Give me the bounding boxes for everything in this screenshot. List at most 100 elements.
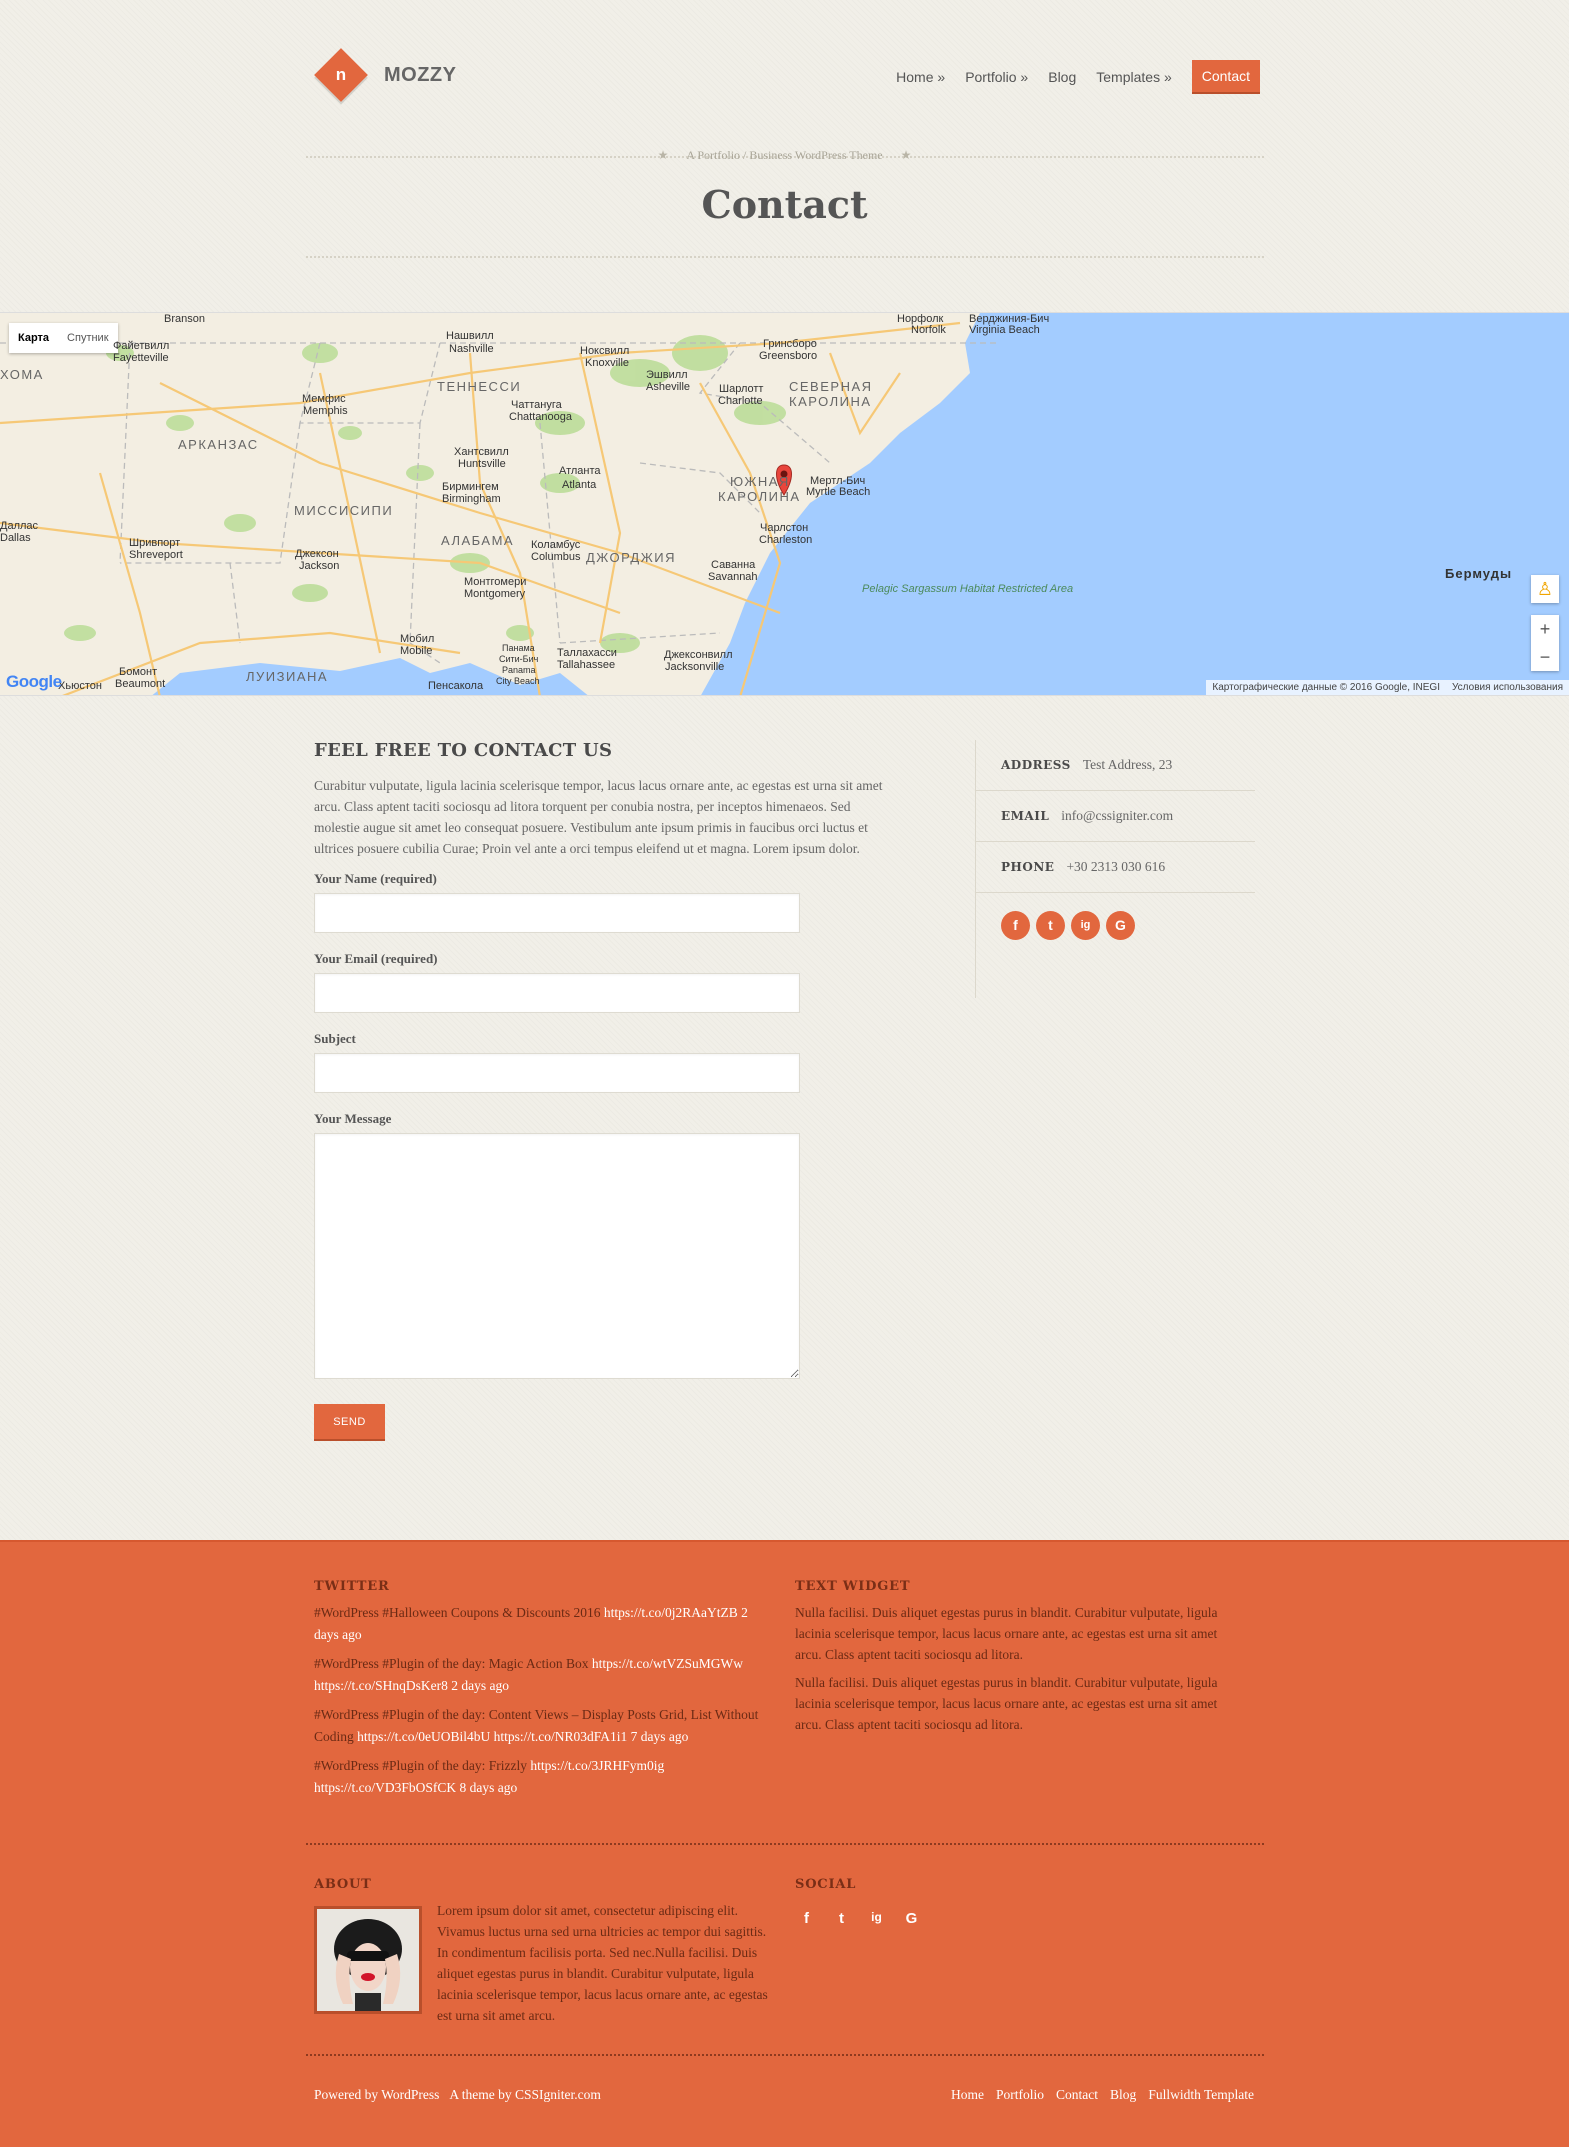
map-attribution: Картографические данные © 2016 Google, I… (1206, 680, 1569, 695)
map-label-state: КАРОЛИНА (789, 394, 872, 409)
subject-field[interactable] (314, 1053, 800, 1093)
twitter-icon[interactable]: t (1036, 911, 1065, 940)
twitter-icon[interactable]: t (834, 1910, 849, 1927)
email-field[interactable] (314, 973, 800, 1013)
nav-blog[interactable]: Blog (1048, 69, 1076, 85)
message-field[interactable] (314, 1133, 800, 1379)
nav-templates[interactable]: Templates » (1096, 69, 1171, 85)
map-label-city: Mobile (400, 645, 433, 657)
contact-main: FEEL FREE TO CONTACT US Curabitur vulput… (314, 740, 894, 1441)
footer-link-portfolio[interactable]: Portfolio (996, 2087, 1044, 2103)
map-label-city: Джексон (295, 548, 339, 560)
nav-home[interactable]: Home » (896, 69, 945, 85)
map-canvas (0, 313, 1569, 695)
map-label-city: Virginia Beach (969, 324, 1040, 336)
map-label-city: Myrtle Beach (806, 486, 871, 498)
map-label-city: Мобил (400, 633, 435, 645)
logo-mark: n (314, 48, 368, 102)
map-label-city: Charleston (759, 534, 813, 546)
tweet-time[interactable]: 7 days ago (627, 1729, 689, 1744)
email-key: EMAIL (1001, 809, 1050, 823)
nav-contact[interactable]: Contact (1191, 60, 1260, 94)
map-label-city: Atlanta (562, 479, 597, 491)
site-header: n MOZZY Home » Portfolio » Blog Template… (0, 0, 1569, 310)
site-logo[interactable]: n MOZZY (314, 48, 457, 102)
star-icon: ★ (900, 148, 912, 162)
tweet-link[interactable]: https://t.co/0j2RAaYtZB (604, 1605, 738, 1620)
pegman-icon[interactable]: ♙ (1531, 575, 1559, 603)
tagline-text: A Portfolio / Business WordPress Theme (686, 148, 883, 162)
map-label-city: Монтгомери (464, 576, 527, 588)
footer-link-home[interactable]: Home (951, 2087, 984, 2103)
tweet-time[interactable]: 8 days ago (456, 1780, 518, 1795)
map-label-city: Charlotte (718, 395, 763, 407)
map-label-sea: Pelagic Sargassum Habitat Restricted Are… (862, 583, 1073, 595)
map-label-city: Хьюстон (58, 680, 102, 692)
google-plus-icon[interactable]: G (904, 1910, 919, 1927)
footer-link-blog[interactable]: Blog (1110, 2087, 1136, 2103)
instagram-icon[interactable]: ig (1071, 911, 1100, 940)
footer-link-fullwidth[interactable]: Fullwidth Template (1148, 2087, 1254, 2103)
map-label-state: ЮЖНАЯ (730, 474, 790, 489)
footer-link-contact[interactable]: Contact (1056, 2087, 1098, 2103)
twitter-title: TWITTER (314, 1579, 390, 1594)
zoom-in-button[interactable]: + (1531, 615, 1559, 643)
map-type-satellite[interactable]: Спутник (58, 323, 117, 353)
text-widget-paragraph: Nulla facilisi. Duis aliquet egestas pur… (795, 1675, 1218, 1732)
info-phone: PHONE +30 2313 030 616 (976, 842, 1255, 893)
map-label-city: Чаттануга (511, 399, 562, 411)
map-label-state: АЛАБАМА (441, 533, 515, 548)
instagram-icon[interactable]: ig (869, 1910, 884, 1927)
map-copyright: Картографические данные © 2016 Google, I… (1212, 682, 1440, 693)
footer-rule (306, 2054, 1264, 2056)
map-label-state: АРКАНЗАС (178, 437, 259, 452)
email-label: Your Email (required) (314, 951, 438, 966)
facebook-icon[interactable]: f (799, 1910, 814, 1927)
theme-by-link[interactable]: A theme by CSSIgniter.com (449, 2087, 601, 2103)
map-label-city: Knoxville (585, 357, 630, 369)
map-label-city: City Beach (496, 676, 540, 686)
map-label-city: Columbus (531, 551, 581, 563)
tweet: #WordPress #Plugin of the day: Magic Act… (314, 1656, 744, 1693)
tweet-link[interactable]: https://t.co/0eUOBil4bU https://t.co/NR0… (357, 1729, 627, 1744)
zoom-out-button[interactable]: − (1531, 643, 1559, 671)
map-label-city: Чарлстон (760, 522, 809, 534)
tweet: #WordPress #Plugin of the day: Frizzly h… (314, 1758, 665, 1795)
contact-intro: Curabitur vulputate, ligula lacinia scel… (314, 778, 883, 856)
nav-portfolio[interactable]: Portfolio » (965, 69, 1028, 85)
powered-by-link[interactable]: Powered by WordPress (314, 2087, 439, 2103)
name-field[interactable] (314, 893, 800, 933)
map-label-state: ДЖОРДЖИЯ (586, 550, 676, 565)
name-label: Your Name (required) (314, 871, 437, 886)
map-label-city: Шарлотт (719, 383, 764, 395)
text-widget-paragraph: Nulla facilisi. Duis aliquet egestas pur… (795, 1605, 1218, 1662)
logo-glyph: n (335, 65, 347, 84)
map-label-city: Таллахасси (557, 647, 617, 659)
message-label: Your Message (314, 1111, 392, 1126)
header-rule-bottom (306, 256, 1264, 258)
map-label-state: ЛУИЗИАНА (246, 669, 329, 684)
map-terms-link[interactable]: Условия использования (1452, 682, 1563, 693)
subject-label: Subject (314, 1031, 356, 1046)
map-type-map[interactable]: Карта (9, 323, 58, 353)
map-label-city: Ноксвилл (580, 345, 630, 357)
map-label-city: Коламбус (531, 539, 581, 551)
send-button[interactable]: SEND (314, 1404, 385, 1441)
map-label-city: Даллас (0, 520, 39, 532)
email-value[interactable]: info@cssigniter.com (1061, 808, 1173, 824)
map-label-city: Гринсборо (763, 338, 817, 350)
map-label-city: Jackson (299, 560, 340, 572)
map-label-city: Саванна (711, 559, 756, 571)
star-icon: ★ (657, 148, 669, 162)
phone-value: +30 2313 030 616 (1066, 859, 1166, 874)
about-title: ABOUT (314, 1877, 372, 1892)
map-label-state: ХОМА (0, 367, 44, 382)
map-label-city: Мемфис (302, 393, 346, 405)
facebook-icon[interactable]: f (1001, 911, 1030, 940)
google-plus-icon[interactable]: G (1106, 911, 1135, 940)
google-map[interactable]: Карта Спутник ХОМА ТЕННЕССИ АРКАНЗАС МИС… (0, 312, 1569, 696)
tweet-time[interactable]: 2 days ago (448, 1678, 509, 1693)
map-label-city: Jacksonville (665, 661, 725, 673)
social-widget: SOCIAL f t ig G (795, 1877, 1095, 1927)
zoom-control: + − (1531, 615, 1559, 671)
